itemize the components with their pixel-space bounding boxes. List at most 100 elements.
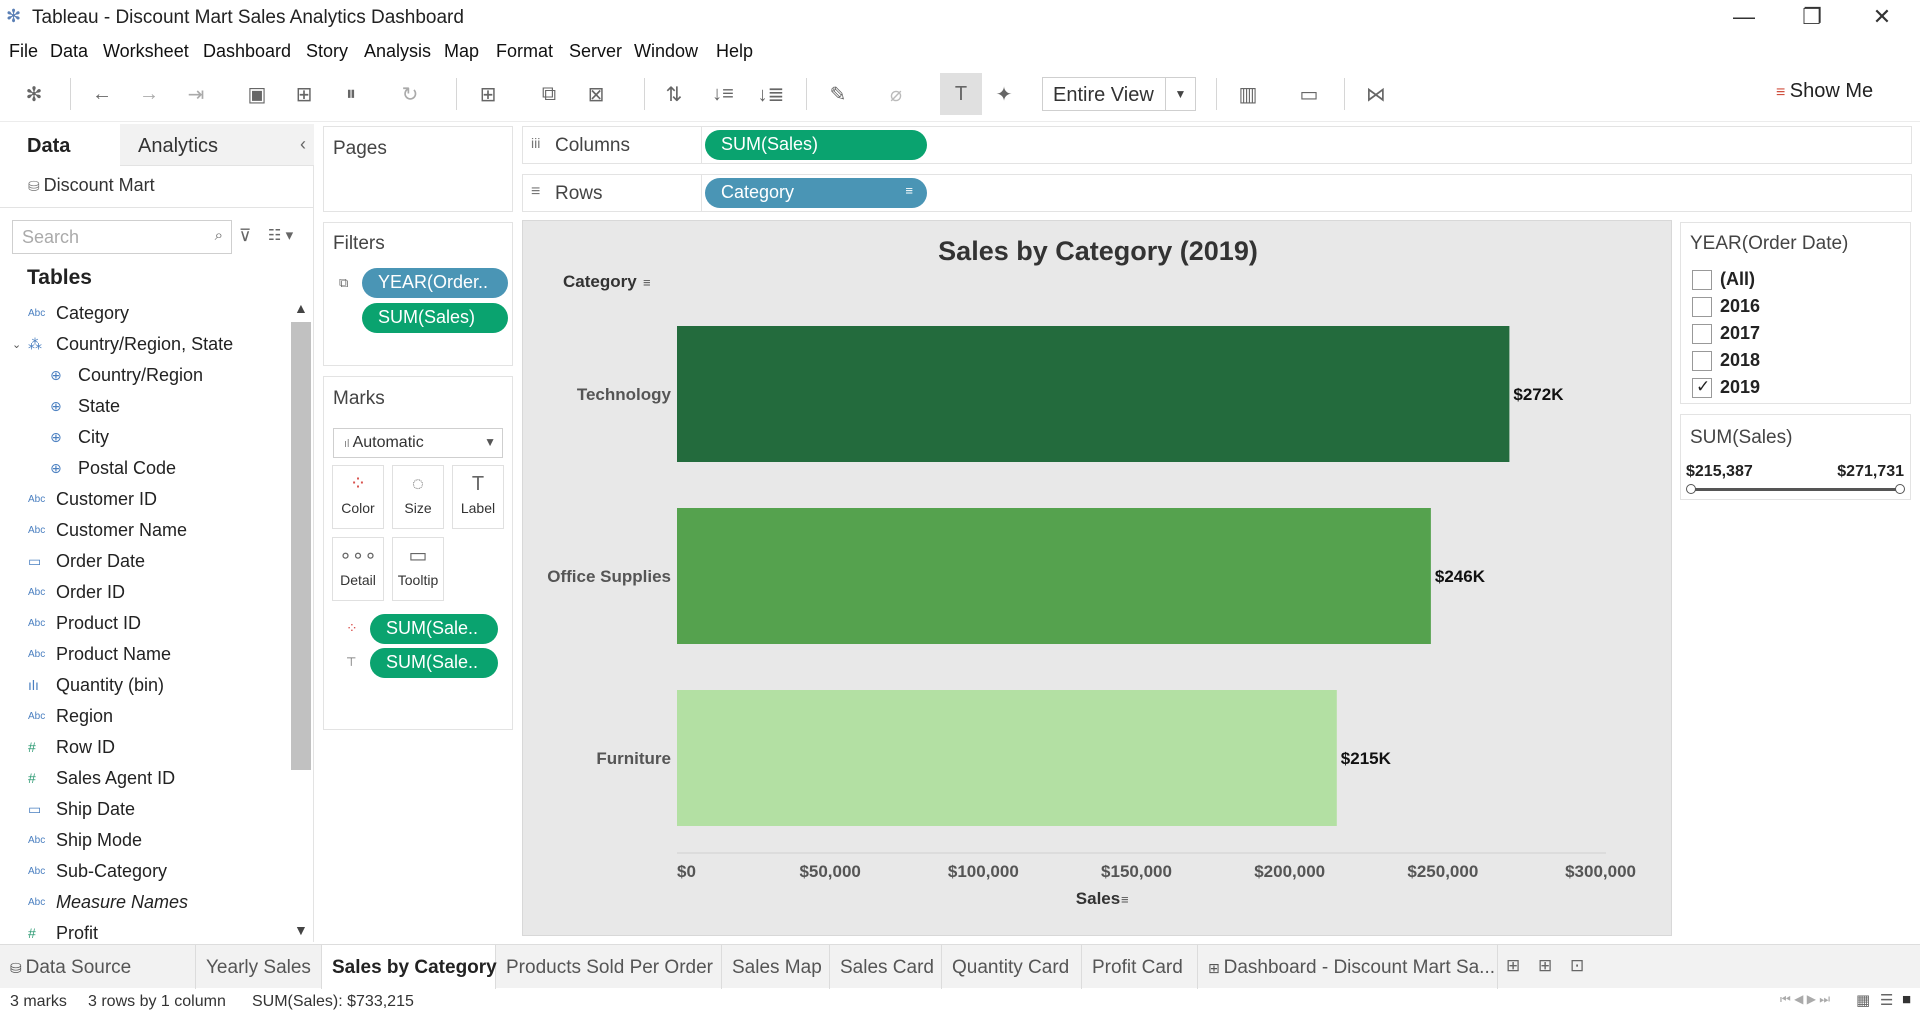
year-option-label[interactable]: 2018 bbox=[1720, 350, 1760, 371]
sheet-tab[interactable]: Sales by Category bbox=[322, 945, 497, 989]
presentation-mode-icon[interactable]: ▭ bbox=[1295, 80, 1323, 108]
menu-worksheet[interactable]: Worksheet bbox=[103, 41, 189, 62]
menu-map[interactable]: Map bbox=[444, 41, 479, 62]
detail-button[interactable]: ∘∘∘ Detail bbox=[332, 537, 384, 601]
tableau-home-icon[interactable]: ✻ bbox=[20, 80, 48, 108]
sheet-tab[interactable]: Quantity Card bbox=[942, 945, 1082, 989]
sheet-tab[interactable]: ⊞ Dashboard - Discount Mart Sa... bbox=[1198, 945, 1498, 989]
redo-icon[interactable]: → bbox=[135, 80, 163, 108]
tooltip-button[interactable]: ▭ Tooltip bbox=[392, 537, 444, 601]
scrollbar-thumb[interactable] bbox=[291, 322, 311, 770]
fit-dropdown[interactable]: Entire View ▼ bbox=[1042, 77, 1196, 111]
range-slider-min-handle[interactable] bbox=[1686, 484, 1696, 494]
field-item[interactable]: Abc Ship Mode bbox=[28, 826, 142, 854]
menu-file[interactable]: File bbox=[9, 41, 38, 62]
highlight-icon[interactable]: ✎ bbox=[824, 80, 852, 108]
field-item[interactable]: ▭ Order Date bbox=[28, 547, 145, 575]
swap-icon[interactable]: ⇅ bbox=[660, 80, 688, 108]
view-options-icon[interactable]: ☷ ▾ bbox=[268, 226, 293, 244]
year-option-label[interactable]: 2019 bbox=[1720, 377, 1760, 398]
fix-axes-icon[interactable]: ✦ bbox=[990, 80, 1018, 108]
sort-ascending-icon[interactable]: ↓≡ bbox=[709, 80, 737, 108]
field-item[interactable]: # Sales Agent ID bbox=[28, 764, 175, 792]
columns-pill-sales[interactable]: SUM(Sales) bbox=[705, 130, 927, 160]
year-checkbox[interactable] bbox=[1692, 270, 1712, 290]
year-option-label[interactable]: (All) bbox=[1720, 269, 1755, 290]
search-input[interactable]: Search ⌕ bbox=[12, 220, 232, 254]
minimize-button[interactable]: — bbox=[1724, 4, 1764, 30]
new-story-tab-icon[interactable]: ⊡ bbox=[1570, 956, 1584, 976]
label-button[interactable]: T Label bbox=[452, 465, 504, 529]
field-item[interactable]: Abc Customer ID bbox=[28, 485, 157, 513]
close-button[interactable]: ✕ bbox=[1862, 4, 1902, 30]
new-dashboard-tab-icon[interactable]: ⊞ bbox=[1538, 956, 1552, 976]
rows-pill-category[interactable]: Category ≡ bbox=[705, 178, 927, 208]
sheet-tab[interactable]: Products Sold Per Order bbox=[496, 945, 722, 989]
show-tabs-icon[interactable]: ☰ bbox=[1880, 991, 1893, 1009]
sort-icon[interactable]: ≡ bbox=[1121, 892, 1129, 907]
show-cards-icon[interactable]: ▥ bbox=[1234, 80, 1262, 108]
pause-updates-icon[interactable]: ⏸ bbox=[337, 80, 365, 108]
field-item[interactable]: # Profit bbox=[28, 919, 98, 947]
field-item[interactable]: Abc Product ID bbox=[28, 609, 141, 637]
save-icon[interactable]: ▣ bbox=[243, 80, 271, 108]
new-worksheet-tab-icon[interactable]: ⊞ bbox=[1506, 956, 1520, 976]
size-button[interactable]: ◌ Size bbox=[392, 465, 444, 529]
field-item[interactable]: ⊕ Country/Region bbox=[50, 361, 203, 389]
field-item[interactable]: # Row ID bbox=[28, 733, 115, 761]
menu-dashboard[interactable]: Dashboard bbox=[203, 41, 291, 62]
range-slider-track[interactable] bbox=[1691, 488, 1899, 491]
filter-fields-icon[interactable]: ⊽ bbox=[239, 226, 251, 246]
field-item[interactable]: ⌄ ⁂ Country/Region, State bbox=[12, 330, 233, 358]
refresh-icon[interactable]: ↻ bbox=[396, 80, 424, 108]
menu-help[interactable]: Help bbox=[716, 41, 753, 62]
year-checkbox[interactable] bbox=[1692, 324, 1712, 344]
show-filmstrip-icon[interactable]: ▦ bbox=[1856, 991, 1870, 1009]
show-me-button[interactable]: ≡ Show Me bbox=[1776, 80, 1873, 103]
range-slider-max-handle[interactable] bbox=[1895, 484, 1905, 494]
replay-icon[interactable]: ⇥ bbox=[182, 80, 210, 108]
field-item[interactable]: Abc Region bbox=[28, 702, 113, 730]
menu-story[interactable]: Story bbox=[306, 41, 348, 62]
field-item[interactable]: ⊕ Postal Code bbox=[50, 454, 176, 482]
show-labels-icon[interactable]: T bbox=[940, 73, 982, 115]
field-item[interactable]: Abc Category bbox=[28, 299, 129, 327]
field-item[interactable]: Abc Customer Name bbox=[28, 516, 187, 544]
field-item[interactable]: ılı Quantity (bin) bbox=[28, 671, 164, 699]
sheet-tab[interactable]: Profit Card bbox=[1082, 945, 1198, 989]
menu-server[interactable]: Server bbox=[569, 41, 622, 62]
new-datasource-icon[interactable]: ⊞ bbox=[290, 80, 318, 108]
field-item[interactable]: ⊕ City bbox=[50, 423, 109, 451]
bar[interactable] bbox=[677, 326, 1510, 462]
menu-format[interactable]: Format bbox=[496, 41, 553, 62]
year-option-label[interactable]: 2017 bbox=[1720, 323, 1760, 344]
datasource-item[interactable]: ⛁ Discount Mart bbox=[28, 175, 155, 196]
maximize-button[interactable]: ❐ bbox=[1792, 4, 1832, 30]
sheet-tab[interactable]: Yearly Sales bbox=[196, 945, 322, 989]
tab-data[interactable]: Data bbox=[0, 124, 120, 166]
sort-descending-icon[interactable]: ↓≣ bbox=[757, 80, 785, 108]
sort-icon[interactable]: ≡ bbox=[643, 275, 651, 290]
year-checkbox[interactable] bbox=[1692, 297, 1712, 317]
new-worksheet-icon[interactable]: ⊞ bbox=[474, 80, 502, 108]
show-sheet-icon[interactable]: ■ bbox=[1902, 991, 1911, 1008]
filter-pill-year[interactable]: YEAR(Order.. bbox=[362, 268, 508, 298]
year-checkbox[interactable]: ✓ bbox=[1692, 377, 1712, 398]
clear-sheet-icon[interactable]: ⊠ bbox=[582, 80, 610, 108]
chevron-down-icon[interactable]: ⌄ bbox=[12, 338, 21, 351]
year-option-label[interactable]: 2016 bbox=[1720, 296, 1760, 317]
field-item[interactable]: ⊕ State bbox=[50, 392, 120, 420]
mark-type-dropdown[interactable]: ıl Automatic ▼ bbox=[333, 428, 503, 458]
collapse-icon[interactable]: ‹ bbox=[300, 134, 306, 155]
mark-pill-color[interactable]: SUM(Sale.. bbox=[370, 614, 498, 644]
tab-analytics[interactable]: Analytics ‹ bbox=[120, 124, 314, 166]
bar[interactable] bbox=[677, 690, 1337, 826]
scroll-down-icon[interactable]: ▼ bbox=[294, 922, 308, 938]
field-item[interactable]: Abc Product Name bbox=[28, 640, 171, 668]
scroll-up-icon[interactable]: ▲ bbox=[294, 300, 308, 316]
duplicate-sheet-icon[interactable]: ⧉ bbox=[535, 80, 563, 108]
bar[interactable] bbox=[677, 508, 1431, 644]
field-item[interactable]: Abc Order ID bbox=[28, 578, 125, 606]
tab-nav-icon[interactable]: ⏮ ◀ ▶ ⏭ bbox=[1780, 992, 1830, 1007]
mark-pill-label[interactable]: SUM(Sale.. bbox=[370, 648, 498, 678]
